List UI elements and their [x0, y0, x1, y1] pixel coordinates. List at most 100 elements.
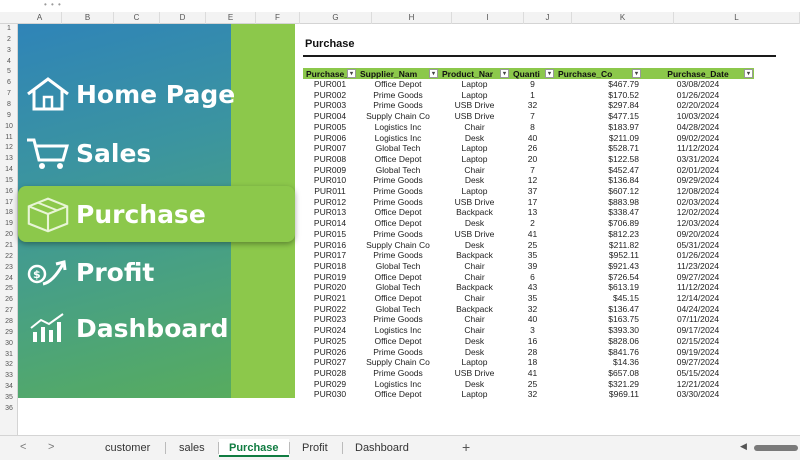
table-cell[interactable]: 39 [510, 261, 555, 272]
table-cell[interactable]: Chair [439, 314, 510, 325]
row-header[interactable]: 14 [0, 165, 18, 176]
table-cell[interactable]: $452.47 [555, 165, 642, 176]
table-cell[interactable]: 35 [510, 293, 555, 304]
add-sheet-icon[interactable]: + [462, 439, 470, 455]
table-cell[interactable]: Chair [439, 325, 510, 336]
table-cell[interactable]: USB Drive [439, 100, 510, 111]
table-cell[interactable]: PUR028 [303, 368, 357, 379]
table-cell[interactable]: 03/08/2024 [642, 79, 754, 90]
table-cell[interactable]: 02/03/2024 [642, 197, 754, 208]
row-header[interactable]: 13 [0, 154, 18, 165]
table-cell[interactable]: Office Depot [357, 207, 439, 218]
table-cell[interactable]: PUR021 [303, 293, 357, 304]
column-header-a[interactable]: A [18, 12, 62, 24]
column-header-c[interactable]: C [114, 12, 160, 24]
nav-purchase[interactable]: Purchase [24, 192, 206, 236]
tab-scroll-right-icon[interactable]: > [48, 441, 54, 453]
column-header-l[interactable]: L [674, 12, 800, 24]
table-cell[interactable]: 32 [510, 100, 555, 111]
scrollbar-thumb[interactable] [754, 445, 798, 451]
table-cell[interactable]: 25 [510, 379, 555, 390]
table-cell[interactable]: 12 [510, 175, 555, 186]
table-cell[interactable]: Laptop [439, 186, 510, 197]
row-header[interactable]: 16 [0, 187, 18, 198]
row-header[interactable]: 35 [0, 393, 18, 404]
table-cell[interactable]: 41 [510, 368, 555, 379]
table-cell[interactable]: 40 [510, 133, 555, 144]
row-header[interactable]: 3 [0, 46, 18, 57]
row-header[interactable]: 33 [0, 371, 18, 382]
table-cell[interactable]: Global Tech [357, 165, 439, 176]
table-cell[interactable]: $321.29 [555, 379, 642, 390]
table-cell[interactable]: $122.58 [555, 154, 642, 165]
table-cell[interactable]: 9 [510, 79, 555, 90]
column-header-h[interactable]: H [372, 12, 452, 24]
table-cell[interactable]: $211.09 [555, 133, 642, 144]
table-cell[interactable]: $969.11 [555, 389, 642, 400]
table-cell[interactable]: Chair [439, 261, 510, 272]
table-cell[interactable]: $14.36 [555, 357, 642, 368]
table-cell[interactable]: $706.89 [555, 218, 642, 229]
column-header-b[interactable]: B [62, 12, 114, 24]
table-cell[interactable]: Prime Goods [357, 314, 439, 325]
column-header-f[interactable]: F [256, 12, 300, 24]
table-cell[interactable]: 37 [510, 186, 555, 197]
table-cell[interactable]: 04/24/2024 [642, 304, 754, 315]
table-cell[interactable]: Laptop [439, 154, 510, 165]
tab-sales[interactable]: sales [169, 439, 215, 457]
table-cell[interactable]: Global Tech [357, 304, 439, 315]
table-cell[interactable]: Logistics Inc [357, 122, 439, 133]
table-cell[interactable]: PUR012 [303, 197, 357, 208]
table-cell[interactable]: 02/20/2024 [642, 100, 754, 111]
table-cell[interactable]: PUR022 [303, 304, 357, 315]
table-cell[interactable]: PUR024 [303, 325, 357, 336]
table-cell[interactable]: Office Depot [357, 293, 439, 304]
row-header[interactable]: 7 [0, 89, 18, 100]
table-cell[interactable]: 41 [510, 229, 555, 240]
table-cell[interactable]: Chair [439, 122, 510, 133]
table-cell[interactable]: Logistics Inc [357, 379, 439, 390]
header-purchase-cost[interactable]: Purchase_Co ▾ [555, 68, 642, 79]
table-cell[interactable]: Laptop [439, 79, 510, 90]
table-cell[interactable]: $841.76 [555, 347, 642, 358]
table-cell[interactable]: PUR023 [303, 314, 357, 325]
table-cell[interactable]: Supply Chain Co [357, 111, 439, 122]
row-header[interactable]: 1 [0, 24, 18, 35]
table-cell[interactable]: Logistics Inc [357, 325, 439, 336]
table-cell[interactable]: $467.79 [555, 79, 642, 90]
table-cell[interactable]: 6 [510, 272, 555, 283]
table-cell[interactable]: Laptop [439, 143, 510, 154]
table-cell[interactable]: 11/12/2024 [642, 282, 754, 293]
table-cell[interactable]: PUR006 [303, 133, 357, 144]
table-cell[interactable]: 1 [510, 90, 555, 101]
table-cell[interactable]: Office Depot [357, 79, 439, 90]
table-cell[interactable]: 7 [510, 111, 555, 122]
table-cell[interactable]: Prime Goods [357, 229, 439, 240]
filter-dropdown-icon[interactable]: ▾ [632, 69, 641, 78]
table-cell[interactable]: 12/21/2024 [642, 379, 754, 390]
table-cell[interactable]: $952.11 [555, 250, 642, 261]
table-cell[interactable]: $170.52 [555, 90, 642, 101]
table-cell[interactable]: Desk [439, 175, 510, 186]
table-cell[interactable]: Prime Goods [357, 197, 439, 208]
header-quantity[interactable]: Quanti ▾ [510, 68, 555, 79]
table-cell[interactable]: 32 [510, 389, 555, 400]
table-cell[interactable]: $45.15 [555, 293, 642, 304]
table-cell[interactable]: Office Depot [357, 272, 439, 283]
row-header[interactable]: 12 [0, 143, 18, 154]
table-cell[interactable]: 12/02/2024 [642, 207, 754, 218]
table-cell[interactable]: USB Drive [439, 368, 510, 379]
table-cell[interactable]: 26 [510, 143, 555, 154]
table-cell[interactable]: Global Tech [357, 143, 439, 154]
table-cell[interactable]: Desk [439, 133, 510, 144]
table-cell[interactable]: $163.75 [555, 314, 642, 325]
row-header[interactable]: 20 [0, 230, 18, 241]
table-cell[interactable]: 09/02/2024 [642, 133, 754, 144]
table-cell[interactable]: $338.47 [555, 207, 642, 218]
table-cell[interactable]: 05/31/2024 [642, 240, 754, 251]
table-cell[interactable]: Desk [439, 336, 510, 347]
table-cell[interactable]: 2 [510, 218, 555, 229]
table-cell[interactable]: Supply Chain Co [357, 240, 439, 251]
table-cell[interactable]: 01/26/2024 [642, 250, 754, 261]
table-cell[interactable]: 12/08/2024 [642, 186, 754, 197]
